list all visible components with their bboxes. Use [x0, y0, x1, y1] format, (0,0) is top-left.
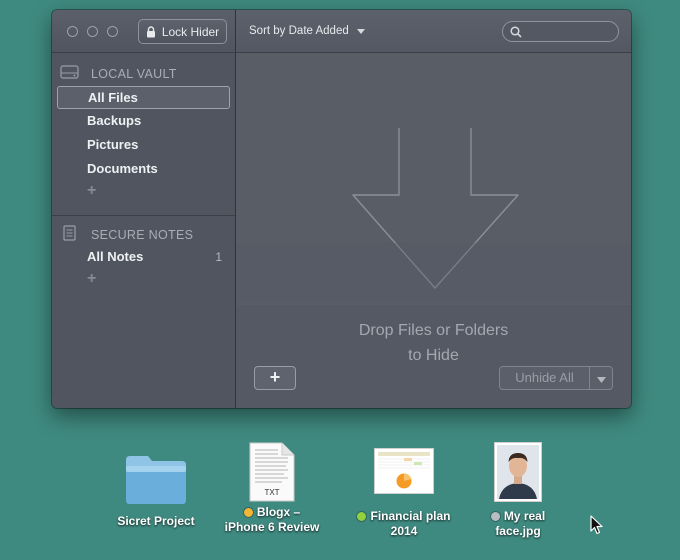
desktop-item-financial-plan[interactable]: Financial plan 2014: [347, 448, 461, 539]
minimize-window-button[interactable]: [87, 26, 98, 37]
sidebar-item-label: Documents: [87, 161, 158, 176]
sidebar: Lock Hider LOCAL VAULT All Files Backups…: [52, 10, 236, 408]
sidebar-item-backups[interactable]: Backups: [57, 110, 230, 133]
sidebar-divider: [52, 215, 235, 216]
sidebar-item-label: Backups: [87, 113, 142, 128]
sidebar-item-documents[interactable]: Documents: [57, 158, 230, 181]
drop-zone[interactable]: Drop Files or Folders to Hide: [236, 53, 631, 408]
unhide-dropdown-button[interactable]: [589, 367, 612, 389]
add-vault-folder-button[interactable]: +: [87, 182, 96, 200]
sort-label: Sort by Date Added: [249, 25, 349, 37]
lock-icon: [146, 25, 156, 38]
desktop-item-label-line1: Financial plan: [370, 509, 451, 523]
desktop-item-label-line1: Blogx –: [256, 505, 301, 519]
note-icon: [60, 225, 79, 244]
desktop-item-sicret-project[interactable]: Sicret Project: [108, 452, 204, 529]
desktop-item-label: Blogx – iPhone 6 Review: [217, 505, 327, 535]
unhide-all-button[interactable]: Unhide All: [499, 366, 613, 390]
secure-notes-header[interactable]: SECURE NOTES: [60, 225, 193, 244]
lock-hider-label: Lock Hider: [161, 24, 220, 39]
local-vault-header[interactable]: LOCAL VAULT: [60, 65, 177, 82]
sidebar-titlebar: Lock Hider: [52, 10, 235, 53]
zoom-window-button[interactable]: [107, 26, 118, 37]
close-window-button[interactable]: [67, 26, 78, 37]
yellow-tag-icon: [243, 508, 253, 517]
sidebar-item-pictures[interactable]: Pictures: [57, 134, 230, 157]
secure-notes-title: SECURE NOTES: [91, 227, 194, 242]
desktop-item-blogx[interactable]: TXT Blogx – iPhone 6 Review: [217, 442, 327, 535]
toolbar: Sort by Date Added: [236, 10, 631, 53]
desktop-item-label: My real face.jpg: [476, 509, 560, 539]
photo-thumbnail-icon: [476, 442, 560, 509]
add-files-button[interactable]: +: [254, 366, 296, 390]
desktop-item-label: Sicret Project: [117, 514, 195, 528]
sidebar-item-all-files[interactable]: All Files: [57, 86, 230, 109]
desktop-item-label-line2: iPhone 6 Review: [224, 520, 320, 534]
file-type-label: TXT: [264, 488, 280, 497]
desktop-item-label: Financial plan 2014: [347, 509, 461, 539]
sort-dropdown[interactable]: Sort by Date Added: [249, 25, 365, 37]
drop-hint-line1: Drop Files or Folders: [358, 322, 509, 339]
desktop-item-my-real-face[interactable]: My real face.jpg: [476, 442, 560, 539]
sidebar-item-label: All Files: [88, 90, 138, 105]
lock-hider-button[interactable]: Lock Hider: [138, 19, 227, 44]
folder-icon: [108, 452, 204, 514]
green-tag-icon: [357, 512, 367, 521]
mouse-cursor-icon: [590, 515, 604, 540]
chevron-down-icon: [596, 371, 606, 386]
sidebar-item-label: Pictures: [87, 137, 139, 152]
unhide-all-label: Unhide All: [515, 370, 574, 385]
gray-tag-icon: [490, 512, 500, 521]
sidebar-item-all-notes[interactable]: All Notes 1: [57, 246, 230, 269]
desktop-item-label-line2: face.jpg: [495, 524, 541, 538]
desktop-item-label-line1: My real: [503, 509, 546, 523]
drop-hint-line2: to Hide: [408, 347, 459, 364]
chevron-down-icon: [356, 25, 365, 37]
main-panel: Sort by Date Added Drop Files or Folders…: [236, 10, 631, 408]
sidebar-item-label: All Notes: [87, 249, 144, 264]
local-vault-title: LOCAL VAULT: [91, 66, 177, 81]
text-document-icon: TXT: [217, 442, 327, 505]
add-note-button[interactable]: +: [87, 270, 96, 288]
hard-drive-icon: [60, 65, 79, 82]
notes-count-badge: 1: [215, 250, 222, 264]
spreadsheet-thumbnail-icon: [347, 448, 461, 509]
app-window: Lock Hider LOCAL VAULT All Files Backups…: [52, 10, 631, 408]
drop-hint: Drop Files or Folders to Hide: [236, 318, 631, 368]
search-input[interactable]: [502, 21, 619, 42]
desktop-item-label-line2: 2014: [390, 524, 418, 538]
